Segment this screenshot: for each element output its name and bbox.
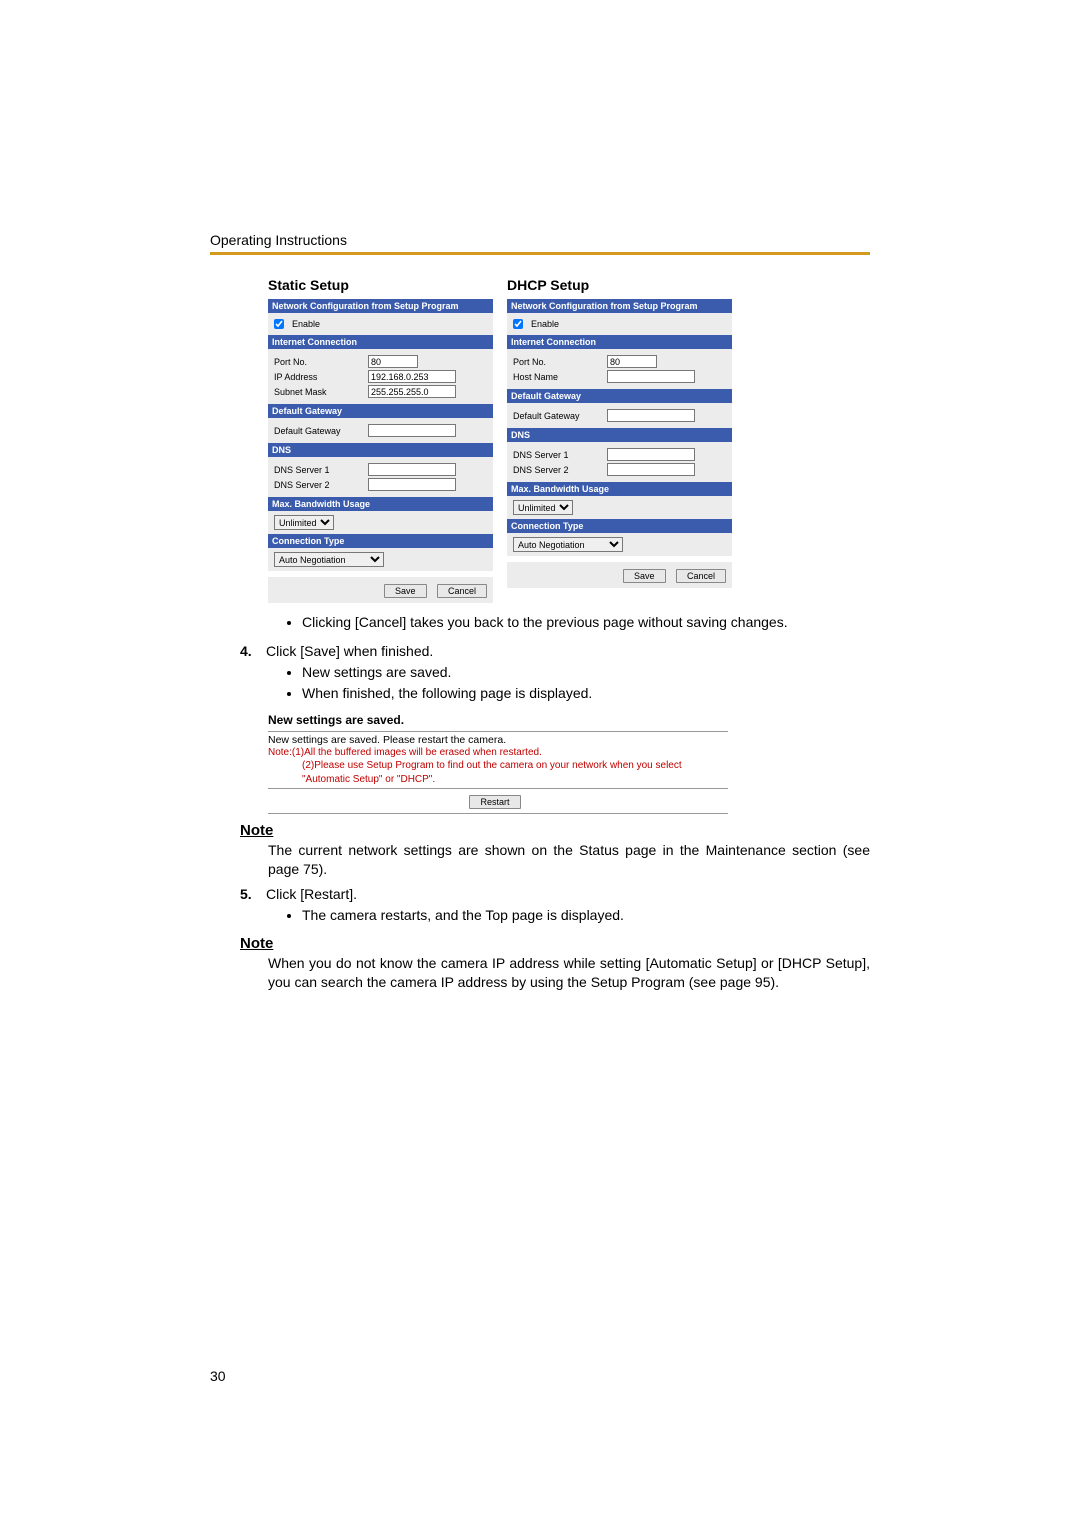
dhcp-gateway-header: Default Gateway: [507, 389, 732, 403]
static-dns-header: DNS: [268, 443, 493, 457]
dhcp-gateway-input[interactable]: [607, 409, 695, 422]
static-dns1-input[interactable]: [368, 463, 456, 476]
note1-text: The current network settings are shown o…: [268, 841, 870, 879]
dhcp-dns-header: DNS: [507, 428, 732, 442]
dhcp-save-button[interactable]: Save: [623, 569, 666, 583]
saved-red1: Note:(1)All the buffered images will be …: [268, 746, 728, 760]
dhcp-dns2-label: DNS Server 2: [513, 465, 603, 475]
step4-bullet2: When finished, the following page is dis…: [302, 684, 870, 703]
saved-red2: (2)Please use Setup Program to find out …: [268, 759, 728, 786]
note1-heading: Note: [240, 822, 870, 839]
static-enable-checkbox[interactable]: [274, 319, 284, 329]
dhcp-portno-label: Port No.: [513, 357, 603, 367]
static-setup-panel: Static Setup Network Configuration from …: [268, 277, 493, 603]
static-dns2-label: DNS Server 2: [274, 480, 364, 490]
dhcp-netconf-header: Network Configuration from Setup Program: [507, 299, 732, 313]
dhcp-portno-input[interactable]: [607, 355, 657, 368]
saved-title: New settings are saved.: [268, 713, 728, 727]
static-title: Static Setup: [268, 277, 493, 293]
dhcp-host-input[interactable]: [607, 370, 695, 383]
static-conn-header: Connection Type: [268, 534, 493, 548]
step4-bullet1: New settings are saved.: [302, 663, 870, 682]
static-dns1-label: DNS Server 1: [274, 465, 364, 475]
dhcp-enable-checkbox[interactable]: [513, 319, 523, 329]
header-divider: [210, 252, 870, 255]
dhcp-dns2-input[interactable]: [607, 463, 695, 476]
static-save-button[interactable]: Save: [384, 584, 427, 598]
static-enable-label: Enable: [292, 319, 320, 329]
static-ip-input[interactable]: [368, 370, 456, 383]
step4-number: 4.: [240, 642, 266, 661]
dhcp-title: DHCP Setup: [507, 277, 732, 293]
static-mask-label: Subnet Mask: [274, 387, 364, 397]
cancel-note-bullet: Clicking [Cancel] takes you back to the …: [302, 613, 870, 632]
step5-bullet1: The camera restarts, and the Top page is…: [302, 906, 870, 925]
static-bw-select[interactable]: Unlimited: [274, 515, 334, 530]
static-bw-header: Max. Bandwidth Usage: [268, 497, 493, 511]
restart-button[interactable]: Restart: [469, 795, 520, 809]
dhcp-bw-header: Max. Bandwidth Usage: [507, 482, 732, 496]
static-gateway-input[interactable]: [368, 424, 456, 437]
dhcp-cancel-button[interactable]: Cancel: [676, 569, 726, 583]
dhcp-bw-select[interactable]: Unlimited: [513, 500, 573, 515]
dhcp-conn-select[interactable]: Auto Negotiation: [513, 537, 623, 552]
dhcp-internet-header: Internet Connection: [507, 335, 732, 349]
step5-text: Click [Restart].: [266, 885, 357, 904]
dhcp-gateway-label: Default Gateway: [513, 411, 603, 421]
divider: [268, 813, 728, 814]
step5-number: 5.: [240, 885, 266, 904]
note2-text: When you do not know the camera IP addre…: [268, 954, 870, 992]
static-internet-header: Internet Connection: [268, 335, 493, 349]
static-netconf-header: Network Configuration from Setup Program: [268, 299, 493, 313]
saved-line1: New settings are saved. Please restart t…: [268, 734, 728, 746]
static-portno-input[interactable]: [368, 355, 418, 368]
static-conn-select[interactable]: Auto Negotiation: [274, 552, 384, 567]
dhcp-dns1-label: DNS Server 1: [513, 450, 603, 460]
dhcp-enable-label: Enable: [531, 319, 559, 329]
static-mask-input[interactable]: [368, 385, 456, 398]
static-ip-label: IP Address: [274, 372, 364, 382]
page-number: 30: [210, 1368, 226, 1384]
static-cancel-button[interactable]: Cancel: [437, 584, 487, 598]
static-portno-label: Port No.: [274, 357, 364, 367]
dhcp-setup-panel: DHCP Setup Network Configuration from Se…: [507, 277, 732, 603]
dhcp-conn-header: Connection Type: [507, 519, 732, 533]
dhcp-host-label: Host Name: [513, 372, 603, 382]
divider: [268, 731, 728, 732]
step4-text: Click [Save] when finished.: [266, 642, 433, 661]
divider: [268, 788, 728, 789]
dhcp-dns1-input[interactable]: [607, 448, 695, 461]
static-gateway-header: Default Gateway: [268, 404, 493, 418]
note2-heading: Note: [240, 935, 870, 952]
saved-settings-panel: New settings are saved. New settings are…: [268, 713, 728, 815]
static-dns2-input[interactable]: [368, 478, 456, 491]
doc-header: Operating Instructions: [210, 232, 870, 248]
static-gateway-label: Default Gateway: [274, 426, 364, 436]
